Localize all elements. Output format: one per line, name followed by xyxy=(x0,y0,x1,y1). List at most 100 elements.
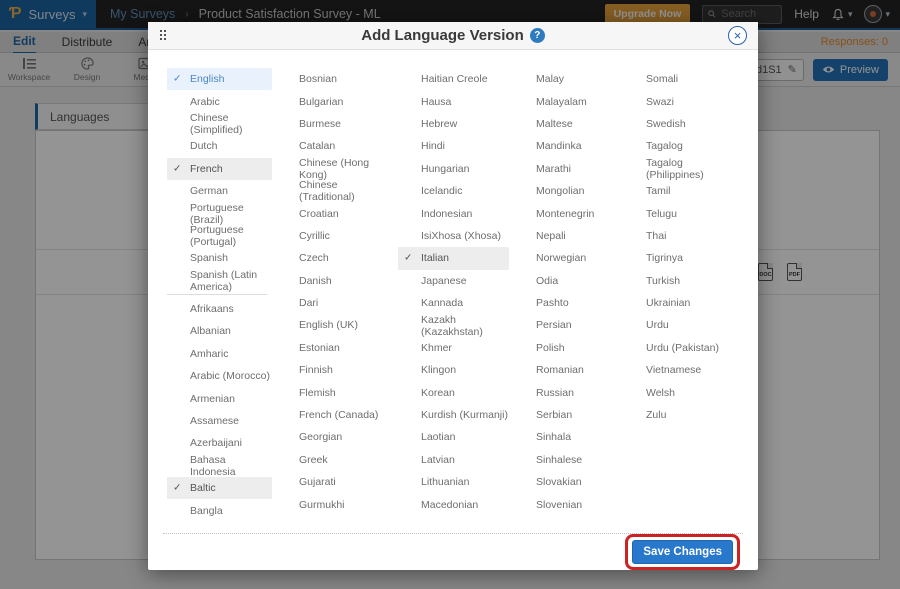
language-item[interactable]: Spanish (Latin America) xyxy=(167,270,272,292)
language-item[interactable]: Romanian xyxy=(513,359,619,381)
language-item[interactable]: Tagalog (Philippines) xyxy=(623,158,739,180)
language-item[interactable]: Portuguese (Brazil) xyxy=(167,202,272,224)
language-item[interactable]: Japanese xyxy=(398,270,509,292)
language-item[interactable]: Odia xyxy=(513,270,619,292)
language-item[interactable]: Arabic (Morocco) xyxy=(167,365,272,387)
language-item[interactable]: ✓English xyxy=(167,68,272,90)
language-item[interactable]: Georgian xyxy=(276,426,394,448)
language-item[interactable]: Danish xyxy=(276,270,394,292)
help-icon[interactable]: ? xyxy=(530,28,545,43)
language-item[interactable]: Montenegrin xyxy=(513,202,619,224)
language-item[interactable]: Sinhala xyxy=(513,426,619,448)
drag-handle-icon[interactable] xyxy=(159,29,166,42)
language-item[interactable]: ✓Italian xyxy=(398,247,509,269)
language-item[interactable]: Croatian xyxy=(276,202,394,224)
language-item[interactable]: Serbian xyxy=(513,404,619,426)
language-item[interactable]: Haitian Creole xyxy=(398,68,509,90)
language-item[interactable]: Mongolian xyxy=(513,180,619,202)
language-item[interactable]: Arabic xyxy=(167,90,272,112)
language-item[interactable]: ✓French xyxy=(167,158,272,180)
language-item[interactable]: Hausa xyxy=(398,90,509,112)
language-item[interactable]: Catalan xyxy=(276,135,394,157)
language-item[interactable]: Flemish xyxy=(276,381,394,403)
language-item[interactable]: Turkish xyxy=(623,270,739,292)
language-item[interactable]: Kannada xyxy=(398,292,509,314)
language-item[interactable]: Mandinka xyxy=(513,135,619,157)
language-item[interactable]: Finnish xyxy=(276,359,394,381)
language-item[interactable]: Telugu xyxy=(623,202,739,224)
language-item[interactable]: Tagalog xyxy=(623,135,739,157)
language-item[interactable]: Laotian xyxy=(398,426,509,448)
language-item[interactable]: Bahasa Indonesia xyxy=(167,455,272,477)
language-item[interactable]: Malay xyxy=(513,68,619,90)
language-item[interactable]: Swazi xyxy=(623,90,739,112)
language-item[interactable]: Hungarian xyxy=(398,158,509,180)
language-item[interactable]: Spanish xyxy=(167,247,272,269)
language-item[interactable]: Portuguese (Portugal) xyxy=(167,225,272,247)
language-item[interactable]: Norwegian xyxy=(513,247,619,269)
language-item[interactable]: Czech xyxy=(276,247,394,269)
language-item[interactable]: Polish xyxy=(513,337,619,359)
language-item[interactable]: Latvian xyxy=(398,449,509,471)
language-item[interactable]: Greek xyxy=(276,449,394,471)
close-icon[interactable]: × xyxy=(728,26,747,45)
language-item[interactable]: Dutch xyxy=(167,135,272,157)
language-item[interactable]: Pashto xyxy=(513,292,619,314)
language-item[interactable]: Malayalam xyxy=(513,90,619,112)
language-item[interactable]: Tigrinya xyxy=(623,247,739,269)
language-item[interactable]: Marathi xyxy=(513,158,619,180)
language-item[interactable]: Vietnamese xyxy=(623,359,739,381)
language-item[interactable]: IsiXhosa (Xhosa) xyxy=(398,225,509,247)
language-item[interactable]: Khmer xyxy=(398,337,509,359)
language-item[interactable]: Russian xyxy=(513,381,619,403)
language-item[interactable]: Dari xyxy=(276,292,394,314)
language-item[interactable]: Kurdish (Kurmanji) xyxy=(398,404,509,426)
language-item[interactable]: Chinese (Simplified) xyxy=(167,113,272,135)
language-item[interactable]: Gurmukhi xyxy=(276,493,394,515)
language-item[interactable]: Armenian xyxy=(167,387,272,409)
language-item[interactable]: Swedish xyxy=(623,113,739,135)
language-item[interactable]: Urdu xyxy=(623,314,739,336)
language-item[interactable]: Slovakian xyxy=(513,471,619,493)
language-item[interactable]: Burmese xyxy=(276,113,394,135)
language-item[interactable]: Chinese (Traditional) xyxy=(276,180,394,202)
language-item[interactable]: Korean xyxy=(398,381,509,403)
language-item[interactable]: Slovenian xyxy=(513,493,619,515)
language-item[interactable]: Estonian xyxy=(276,337,394,359)
save-changes-button[interactable]: Save Changes xyxy=(632,540,733,564)
language-item[interactable]: Chinese (Hong Kong) xyxy=(276,158,394,180)
language-item[interactable]: Amharic xyxy=(167,343,272,365)
language-item[interactable]: Ukrainian xyxy=(623,292,739,314)
language-item[interactable]: Bangla xyxy=(167,499,272,521)
language-item[interactable]: Persian xyxy=(513,314,619,336)
language-item[interactable]: Hebrew xyxy=(398,113,509,135)
language-item[interactable]: German xyxy=(167,180,272,202)
language-item[interactable]: Bulgarian xyxy=(276,90,394,112)
language-item[interactable]: Nepali xyxy=(513,225,619,247)
language-item[interactable]: Azerbaijani xyxy=(167,432,272,454)
language-item[interactable]: Tamil xyxy=(623,180,739,202)
language-item[interactable]: Indonesian xyxy=(398,202,509,224)
language-item[interactable]: Albanian xyxy=(167,320,272,342)
language-item[interactable]: Assamese xyxy=(167,410,272,432)
language-item[interactable]: Icelandic xyxy=(398,180,509,202)
language-item[interactable]: Zulu xyxy=(623,404,739,426)
language-item[interactable]: Bosnian xyxy=(276,68,394,90)
language-item[interactable]: Macedonian xyxy=(398,493,509,515)
language-item[interactable]: Afrikaans xyxy=(167,298,272,320)
language-item[interactable]: Welsh xyxy=(623,381,739,403)
language-item[interactable]: Kazakh (Kazakhstan) xyxy=(398,314,509,336)
language-item[interactable]: Klingon xyxy=(398,359,509,381)
language-item[interactable]: Gujarati xyxy=(276,471,394,493)
language-item[interactable]: French (Canada) xyxy=(276,404,394,426)
language-item[interactable]: Cyrillic xyxy=(276,225,394,247)
language-item[interactable]: Thai xyxy=(623,225,739,247)
language-item[interactable]: English (UK) xyxy=(276,314,394,336)
language-item[interactable]: Urdu (Pakistan) xyxy=(623,337,739,359)
language-item[interactable]: Hindi xyxy=(398,135,509,157)
language-item[interactable]: Lithuanian xyxy=(398,471,509,493)
language-item[interactable]: Somali xyxy=(623,68,739,90)
language-item[interactable]: ✓Baltic xyxy=(167,477,272,499)
language-item[interactable]: Sinhalese xyxy=(513,449,619,471)
language-item[interactable]: Maltese xyxy=(513,113,619,135)
